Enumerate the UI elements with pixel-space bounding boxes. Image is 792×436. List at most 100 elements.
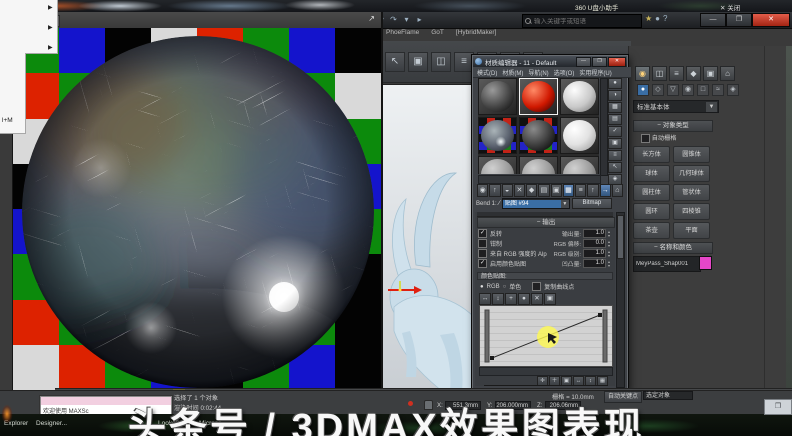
- minimize-button[interactable]: —: [700, 13, 726, 27]
- star-icon[interactable]: ★: [645, 14, 652, 23]
- sample-window-icon[interactable]: ⌂: [611, 184, 623, 197]
- rollout-scrollbar[interactable]: [616, 212, 625, 388]
- tab-utilities-icon[interactable]: ⌂: [720, 66, 735, 81]
- radio-rgb-selected[interactable]: ●: [480, 284, 484, 290]
- material-sample-slot[interactable]: [560, 156, 599, 174]
- object-type-rollout[interactable]: − 对象类型: [633, 120, 713, 132]
- search-box[interactable]: [522, 14, 642, 28]
- me-menu-utilities[interactable]: 实用程序(U): [579, 68, 611, 77]
- sample-tiling-icon[interactable]: ▤: [608, 114, 622, 125]
- pan-icon[interactable]: ✛: [537, 376, 548, 386]
- assign-to-selection-icon[interactable]: ◒: [501, 184, 513, 197]
- systems-icon[interactable]: ◈: [727, 84, 739, 96]
- tab-motion-icon[interactable]: ◆: [686, 66, 701, 81]
- zoom-icon[interactable]: ＋: [549, 376, 560, 386]
- me-menu-navigation[interactable]: 导航(N): [528, 68, 548, 77]
- options-icon[interactable]: ≡: [608, 150, 622, 161]
- corner-point-icon[interactable]: ●: [518, 293, 530, 305]
- spinner-arrows[interactable]: ▴ ▾: [606, 240, 612, 248]
- taskbar-item[interactable]: Designer...: [36, 420, 67, 427]
- me-menu-options[interactable]: 选项(O): [554, 68, 575, 77]
- search-input[interactable]: [532, 17, 641, 25]
- primitive-button[interactable]: 圆环: [633, 203, 670, 220]
- object-color-swatch[interactable]: [699, 256, 712, 270]
- output-rollout-header[interactable]: − 输出: [477, 217, 615, 228]
- selection-filter-dropdown[interactable]: 选定对象: [643, 391, 693, 400]
- color-map-curve-graph[interactable]: [479, 305, 613, 367]
- reset-curve-icon[interactable]: ▣: [544, 293, 556, 305]
- primitive-button[interactable]: 管状体: [673, 184, 710, 201]
- zoom-region-icon[interactable]: ▦: [597, 376, 608, 386]
- primitive-button[interactable]: 长方体: [633, 146, 670, 163]
- checkbox[interactable]: ✓: [478, 259, 487, 268]
- material-sample-slot[interactable]: [560, 117, 599, 154]
- material-sample-slot[interactable]: [478, 78, 517, 115]
- me-minimize-button[interactable]: —: [576, 56, 591, 67]
- add-point-icon[interactable]: +: [505, 293, 517, 305]
- spinner-field[interactable]: 1.0: [583, 259, 606, 268]
- backlight-icon[interactable]: ◑: [608, 90, 622, 101]
- checkbox[interactable]: [478, 249, 487, 258]
- slots-h-scrollbar[interactable]: [478, 175, 601, 184]
- material-editor-title-bar[interactable]: 材质编辑器 - 11 - Default — ❐ ✕: [473, 56, 627, 67]
- save-icon[interactable]: ▾: [401, 14, 412, 25]
- material-sample-slot[interactable]: [519, 117, 558, 154]
- move-point-icon[interactable]: ↔: [479, 293, 491, 305]
- primitive-button[interactable]: 几何球体: [673, 165, 710, 182]
- primitive-button[interactable]: 茶壶: [633, 222, 670, 239]
- primitive-button[interactable]: 四棱锥: [673, 203, 710, 220]
- spinner-field[interactable]: 0.0: [583, 239, 606, 248]
- zoom-h-icon[interactable]: ↔: [573, 376, 584, 386]
- menu-item[interactable]: PhoeFlame: [386, 29, 419, 40]
- checkbox[interactable]: ✓: [478, 229, 487, 238]
- tab-hierarchy-icon[interactable]: ≡: [669, 66, 684, 81]
- video-color-check-icon[interactable]: ✓: [608, 126, 622, 137]
- primitive-button[interactable]: 圆柱体: [633, 184, 670, 201]
- viewport[interactable]: [380, 84, 475, 392]
- material-sample-slot[interactable]: [519, 156, 558, 174]
- select-by-name-icon[interactable]: ▣: [408, 51, 428, 72]
- background-icon[interactable]: ▦: [608, 102, 622, 113]
- close-button[interactable]: ✕: [752, 13, 790, 27]
- me-menu-mode[interactable]: 模式(D): [477, 68, 497, 77]
- shapes-icon[interactable]: ◇: [652, 84, 664, 96]
- make-preview-icon[interactable]: ▣: [608, 138, 622, 149]
- spinner-field[interactable]: 1.0: [583, 229, 606, 238]
- get-material-icon[interactable]: ◉: [477, 184, 489, 197]
- me-maximize-button[interactable]: ❐: [592, 56, 607, 67]
- tab-create-icon[interactable]: ◉: [635, 66, 650, 81]
- help-icon[interactable]: ?: [663, 14, 667, 23]
- primitive-button[interactable]: 圆锥体: [673, 146, 710, 163]
- me-close-button[interactable]: ✕: [608, 56, 626, 67]
- helpers-icon[interactable]: □: [697, 84, 709, 96]
- material-name-dropdown[interactable]: 贴图 #94 ▼: [501, 198, 570, 209]
- primitive-button[interactable]: 球体: [633, 165, 670, 182]
- zoom-extents-icon[interactable]: ▣: [561, 376, 572, 386]
- overlay-close-button[interactable]: ✕ 关闭: [720, 2, 740, 12]
- delete-point-icon[interactable]: ✕: [531, 293, 543, 305]
- material-type-button[interactable]: Bitmap: [571, 198, 612, 209]
- maximize-button[interactable]: ❐: [726, 13, 752, 27]
- autogrid-checkbox[interactable]: [641, 133, 650, 143]
- pick-material-eyedropper-icon[interactable]: ∕: [499, 200, 500, 207]
- expand-icon[interactable]: ↗: [368, 14, 375, 23]
- menu-item[interactable]: GoT: [431, 29, 444, 40]
- copy-curve-points-checkbox[interactable]: [532, 282, 542, 291]
- primitive-category-dropdown[interactable]: 标准基本体 ▼: [633, 100, 719, 113]
- reset-map-icon[interactable]: ✕: [513, 184, 525, 197]
- tab-modify-icon[interactable]: ◫: [652, 66, 667, 81]
- object-name-field[interactable]: [633, 256, 701, 272]
- go-to-parent-icon[interactable]: ↑: [587, 184, 599, 197]
- put-to-library-icon[interactable]: ▤: [538, 184, 550, 197]
- material-sample-slot[interactable]: [478, 117, 517, 154]
- mirror-icon[interactable]: ◫: [431, 51, 451, 72]
- zoom-v-icon[interactable]: ↕: [585, 376, 596, 386]
- make-unique-icon[interactable]: ◆: [526, 184, 538, 197]
- slots-scrollbar[interactable]: [600, 78, 608, 176]
- spinner-arrows[interactable]: ▴ ▾: [606, 250, 612, 258]
- put-to-scene-icon[interactable]: ↑: [489, 184, 501, 197]
- spinner-arrows[interactable]: ▴ ▾: [606, 260, 612, 268]
- menu-item[interactable]: [HybridMaker]: [456, 29, 496, 40]
- sample-type-icon[interactable]: ●: [608, 78, 622, 89]
- show-end-result-icon[interactable]: ≡: [575, 184, 587, 197]
